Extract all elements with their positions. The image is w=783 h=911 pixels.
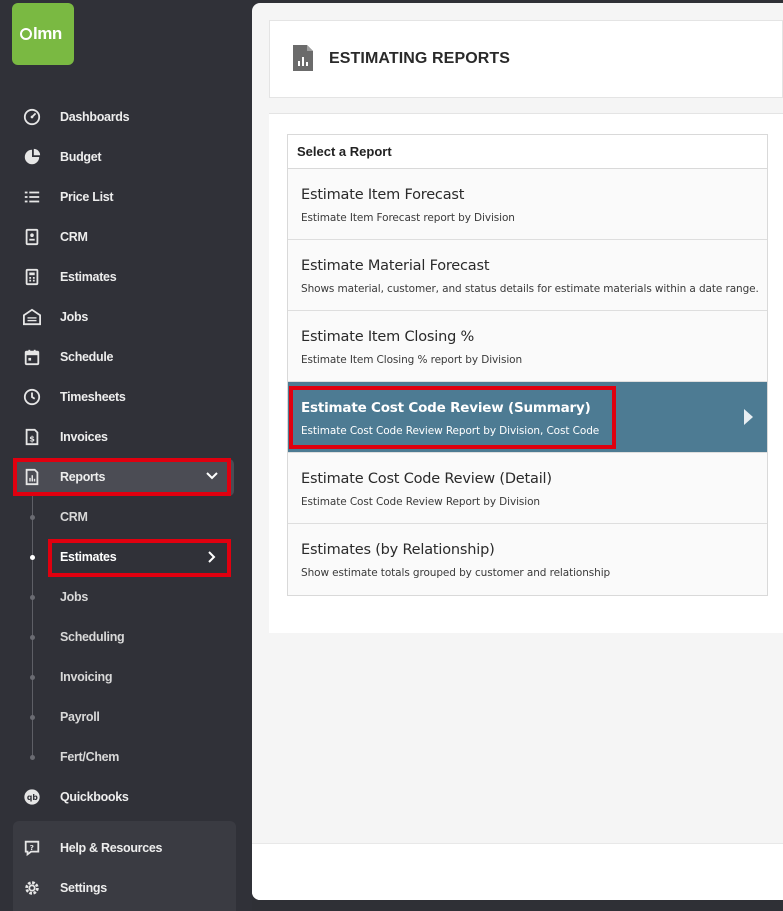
lmn-logo[interactable]: lmn: [12, 3, 74, 65]
sidebar-item-label: Price List: [60, 190, 114, 204]
play-arrow-icon[interactable]: [744, 409, 753, 425]
page-header: ESTIMATING REPORTS: [269, 20, 783, 98]
svg-text:$: $: [29, 434, 35, 444]
sidebar-item-settings[interactable]: Settings: [0, 868, 252, 908]
sidebar-item-label: CRM: [60, 230, 88, 244]
calculator-icon: [22, 267, 42, 287]
logo-e-icon: [20, 28, 32, 40]
report-title: Estimate Item Closing %: [301, 329, 475, 345]
report-description: Estimate Item Forecast report by Divisio…: [301, 212, 515, 224]
sidebar-item-help[interactable]: ? Help & Resources: [0, 828, 252, 868]
sidebar-item-jobs[interactable]: Jobs: [0, 297, 252, 337]
tree-dot: [30, 755, 35, 760]
report-row-estimate-material-forecast[interactable]: Estimate Material Forecast Shows materia…: [288, 240, 767, 311]
list-icon: [22, 187, 42, 207]
sidebar-item-label: Estimates: [60, 270, 117, 284]
sidebar: lmn Dashboards Budget Price List CRM Est…: [0, 0, 252, 911]
sidebar-item-invoices[interactable]: $ Invoices: [0, 417, 252, 457]
sub-item-label: Scheduling: [60, 630, 125, 644]
sub-item-jobs[interactable]: Jobs: [0, 577, 252, 617]
report-row-estimate-item-forecast[interactable]: Estimate Item Forecast Estimate Item For…: [288, 169, 767, 240]
sidebar-item-crm[interactable]: CRM: [0, 217, 252, 257]
sub-item-payroll[interactable]: Payroll: [0, 697, 252, 737]
tree-dot: [30, 715, 35, 720]
help-chat-icon: ?: [22, 838, 42, 858]
clock-icon: [22, 387, 42, 407]
main-panel: ESTIMATING REPORTS Select a Report Estim…: [252, 3, 783, 900]
reports-content: Select a Report Estimate Item Forecast E…: [269, 113, 783, 633]
sidebar-item-estimates[interactable]: Estimates: [0, 257, 252, 297]
highlight-estimates: [48, 539, 231, 577]
report-list: Select a Report Estimate Item Forecast E…: [287, 134, 768, 596]
invoice-dollar-icon: $: [22, 427, 42, 447]
calendar-icon: [22, 347, 42, 367]
report-row-estimate-item-closing[interactable]: Estimate Item Closing % Estimate Item Cl…: [288, 311, 767, 382]
sub-item-label: Jobs: [60, 590, 88, 604]
sub-item-label: Payroll: [60, 710, 100, 724]
report-description: Estimate Cost Code Review Report by Divi…: [301, 496, 540, 508]
page-title: ESTIMATING REPORTS: [329, 50, 511, 67]
sidebar-item-quickbooks[interactable]: qb Quickbooks: [0, 777, 252, 817]
sub-item-label: Fert/Chem: [60, 750, 120, 764]
highlight-reports: [13, 458, 231, 496]
report-description: Shows material, customer, and status det…: [301, 283, 759, 295]
sidebar-item-price-list[interactable]: Price List: [0, 177, 252, 217]
pie-chart-icon: [22, 147, 42, 167]
report-title: Estimate Cost Code Review (Detail): [301, 471, 552, 487]
footer-area: [252, 843, 783, 900]
report-row-cost-code-summary[interactable]: Estimate Cost Code Review (Summary) Esti…: [288, 382, 767, 453]
highlight-selected-report: [289, 386, 616, 449]
sub-item-crm[interactable]: CRM: [0, 497, 252, 537]
report-title: Estimates (by Relationship): [301, 542, 495, 558]
report-title: Estimate Material Forecast: [301, 258, 490, 274]
tree-dot: [30, 515, 35, 520]
sidebar-item-label: Quickbooks: [60, 790, 129, 804]
sidebar-item-timesheets[interactable]: Timesheets: [0, 377, 252, 417]
sidebar-item-label: Help & Resources: [60, 841, 163, 855]
sub-item-scheduling[interactable]: Scheduling: [0, 617, 252, 657]
sidebar-item-label: Invoices: [60, 430, 108, 444]
sidebar-item-label: Timesheets: [60, 390, 126, 404]
tree-dot: [30, 595, 35, 600]
contact-card-icon: [22, 227, 42, 247]
report-document-icon: [292, 44, 314, 77]
quickbooks-icon: qb: [22, 787, 42, 807]
svg-text:qb: qb: [27, 793, 38, 802]
svg-text:?: ?: [30, 843, 34, 852]
report-row-estimates-relationship[interactable]: Estimates (by Relationship) Show estimat…: [288, 524, 767, 595]
sub-item-label: Invoicing: [60, 670, 113, 684]
gear-icon: [22, 878, 42, 898]
sub-item-invoicing[interactable]: Invoicing: [0, 657, 252, 697]
report-title: Estimate Item Forecast: [301, 187, 465, 203]
report-description: Estimate Item Closing % report by Divisi…: [301, 354, 523, 366]
sidebar-item-budget[interactable]: Budget: [0, 137, 252, 177]
sidebar-item-label: Budget: [60, 150, 102, 164]
sub-item-fert-chem[interactable]: Fert/Chem: [0, 737, 252, 777]
sidebar-item-schedule[interactable]: Schedule: [0, 337, 252, 377]
garage-icon: [22, 307, 42, 327]
sidebar-item-label: Settings: [60, 881, 107, 895]
tree-dot-active: [30, 555, 35, 560]
dashboard-gauge-icon: [22, 107, 42, 127]
report-description: Show estimate totals grouped by customer…: [301, 567, 611, 579]
sidebar-item-dashboards[interactable]: Dashboards: [0, 97, 252, 137]
sub-item-label: CRM: [60, 510, 88, 524]
tree-dot: [30, 635, 35, 640]
report-list-header: Select a Report: [288, 135, 767, 169]
sidebar-item-label: Jobs: [60, 310, 88, 324]
sidebar-item-label: Schedule: [60, 350, 114, 364]
sidebar-item-label: Dashboards: [60, 110, 130, 124]
report-row-cost-code-detail[interactable]: Estimate Cost Code Review (Detail) Estim…: [288, 453, 767, 524]
tree-dot: [30, 675, 35, 680]
